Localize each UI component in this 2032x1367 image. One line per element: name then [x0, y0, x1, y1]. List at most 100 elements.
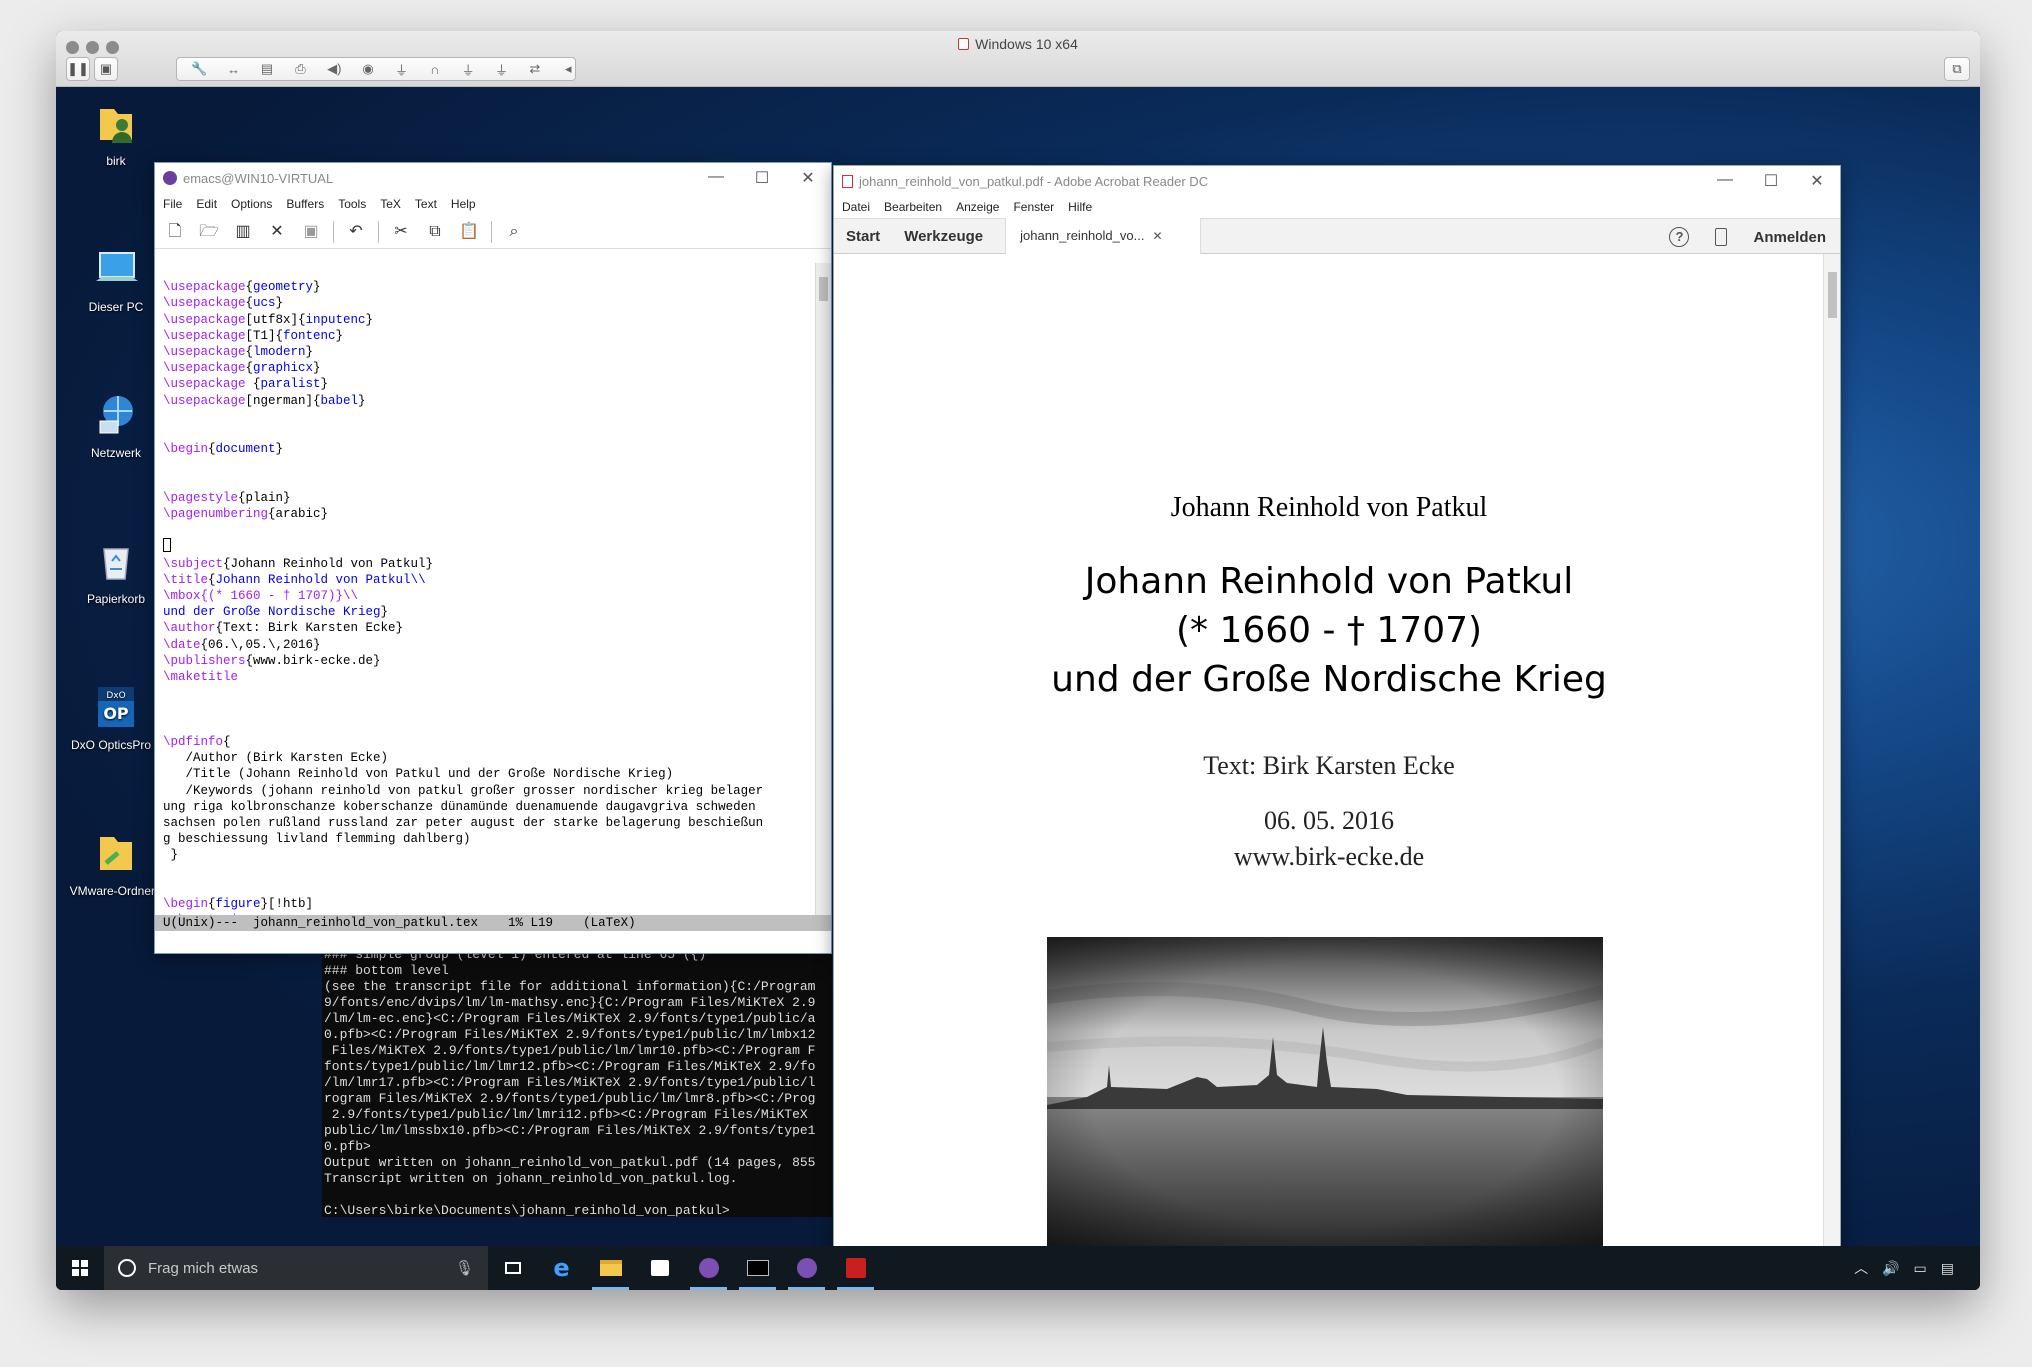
drive-icon[interactable]: ▤ [260, 61, 273, 77]
menu-fenster[interactable]: Fenster [1013, 200, 1054, 214]
acrobat-window-controls: — ☐ ✕ [1702, 171, 1840, 191]
undo-icon[interactable]: ↶ [344, 220, 368, 244]
tab-tools[interactable]: Werkzeuge [892, 228, 995, 245]
edge-icon[interactable]: e [537, 1246, 586, 1290]
maximize-icon[interactable]: ☐ [1748, 171, 1794, 191]
search-icon[interactable]: ⌕ [502, 220, 526, 244]
volume-icon[interactable]: 🔊 [1882, 1260, 1899, 1277]
close-icon[interactable]: ✕ [785, 168, 831, 188]
menu-options[interactable]: Options [231, 197, 272, 211]
cortana-search-box[interactable]: Frag mich etwas 🎙 [104, 1246, 488, 1290]
mobile-link-icon[interactable] [1715, 228, 1728, 246]
sharing-icon[interactable]: ⇄ [528, 61, 541, 77]
menu-help[interactable]: Help [451, 197, 476, 211]
help-icon[interactable]: ? [1669, 227, 1690, 247]
close-icon[interactable]: ✕ [1794, 171, 1840, 191]
pause-button[interactable]: ❚❚ [66, 57, 90, 81]
cortana-ring-icon [118, 1259, 136, 1277]
emacs-icon[interactable] [684, 1246, 733, 1290]
collapse-icon[interactable]: ◂ [562, 61, 575, 77]
desktop-icon-this-pc[interactable]: Dieser PC [66, 245, 166, 314]
tab-start[interactable]: Start [834, 228, 892, 245]
code-line: \publishers{www.birk-ecke.de} [163, 653, 381, 668]
desktop-icon-user-folder[interactable]: birk [66, 99, 166, 168]
windows-logo-icon [72, 1260, 88, 1276]
emacs-titlebar[interactable]: emacs@WIN10-VIRTUAL — ☐ ✕ [155, 163, 831, 193]
scrollbar-thumb[interactable] [1828, 272, 1837, 318]
desktop-icon-vmware-folder[interactable]: VMware-Ordnerfr [66, 829, 166, 898]
scrollbar-thumb[interactable] [819, 277, 828, 301]
store-icon[interactable] [635, 1246, 684, 1290]
cmd-console-output[interactable]: ### simple group (level 1) entered at li… [322, 947, 832, 1217]
fullscreen-button[interactable]: ⧉ [1944, 57, 1970, 81]
emacs-scrollbar[interactable] [815, 263, 831, 918]
sound-icon[interactable]: ◀) [327, 61, 341, 77]
wrench-icon[interactable]: 🔧 [191, 61, 207, 77]
code-line: \date{06.\,05.\,2016} [163, 637, 321, 652]
pdf-page[interactable]: Johann Reinhold von Patkul Johann Reinho… [834, 254, 1824, 1258]
start-button[interactable] [56, 1246, 104, 1290]
explorer-icon[interactable] [586, 1246, 635, 1290]
menu-hilfe[interactable]: Hilfe [1068, 200, 1092, 214]
usb-icon[interactable]: ⏚ [395, 60, 408, 79]
desktop-icon-dxo[interactable]: DxO OP DxO OpticsPro 1 [66, 683, 166, 752]
new-file-icon[interactable]: 🗋 [163, 220, 187, 244]
menu-bearbeiten[interactable]: Bearbeiten [884, 200, 942, 214]
usb-icon[interactable]: ⏚ [461, 60, 475, 79]
pdf-title-line: (* 1660 - † 1707) [1175, 610, 1483, 651]
acrobat-icon[interactable] [831, 1246, 880, 1290]
tray-up-icon[interactable]: ︿ [1854, 1258, 1868, 1278]
copy-icon[interactable]: ⧉ [423, 220, 447, 244]
dired-icon[interactable]: ▥ [231, 220, 255, 244]
toolbar-separator [491, 220, 492, 243]
menu-tools[interactable]: Tools [338, 197, 366, 211]
code-line: sachsen polen rußland russland zar peter… [163, 815, 764, 830]
signin-button[interactable]: Anmelden [1753, 229, 1826, 246]
code-line: \pdfinfo{ [163, 734, 231, 749]
menu-datei[interactable]: Datei [842, 200, 870, 214]
emacs-text-buffer[interactable]: \usepackage{geometry} \usepackage{ucs} \us… [159, 263, 797, 918]
maximize-icon[interactable]: ☐ [739, 168, 785, 188]
menu-edit[interactable]: Edit [196, 197, 217, 211]
emacs-icon[interactable] [782, 1246, 831, 1290]
acrobat-titlebar[interactable]: johann_reinhold_von_patkul.pdf - Adobe A… [834, 166, 1840, 196]
cmd-icon[interactable] [733, 1246, 782, 1290]
pdf-url: www.birk-ecke.de [1233, 842, 1425, 871]
code-line: /Keywords (johann reinhold von patkul gr… [163, 783, 764, 798]
emacs-minibuffer[interactable] [155, 931, 831, 953]
menu-tex[interactable]: TeX [380, 197, 401, 211]
network-icon[interactable]: ↔ [227, 62, 240, 77]
svg-text:OP: OP [103, 704, 129, 723]
menu-buffers[interactable]: Buffers [286, 197, 324, 211]
save-icon[interactable]: ▣ [299, 220, 323, 244]
minimize-icon[interactable]: — [1702, 171, 1748, 191]
task-view-icon[interactable] [488, 1246, 537, 1290]
usb-icon[interactable]: ⏚ [495, 60, 508, 79]
microphone-icon[interactable]: 🎙 [455, 1259, 474, 1277]
tab-document[interactable]: johann_reinhold_vo... ✕ [1005, 218, 1202, 254]
open-folder-icon[interactable]: 🗁 [197, 220, 221, 244]
printer-icon[interactable]: ⎙ [294, 61, 307, 77]
cut-icon[interactable]: ✂ [389, 220, 413, 244]
toolbar-separator [333, 220, 334, 243]
network-tray-icon[interactable]: ▭ [1914, 1260, 1927, 1277]
menu-anzeige[interactable]: Anzeige [956, 200, 999, 214]
paste-icon[interactable]: 📋 [457, 220, 481, 244]
snapshot-button[interactable]: ▣ [94, 57, 118, 81]
camera-icon[interactable]: ◉ [361, 61, 374, 77]
menu-file[interactable]: File [163, 197, 182, 211]
code-line: /Author (Birk Karsten Ecke) [163, 751, 389, 766]
minimize-icon[interactable]: — [693, 168, 739, 188]
desktop-icon-network[interactable]: Netzwerk [66, 391, 166, 460]
close-tab-icon[interactable]: ✕ [1152, 229, 1162, 243]
menu-text[interactable]: Text [415, 197, 437, 211]
headset-icon[interactable]: ∩ [428, 62, 441, 77]
code-line: ung riga kolbronschanze koberschanze dün… [163, 799, 764, 814]
close-buffer-icon[interactable]: ✕ [265, 220, 289, 244]
code-line: g beschiessung livland flemming dahlberg… [163, 832, 471, 847]
desktop-icon-recycle-bin[interactable]: Papierkorb [66, 537, 166, 606]
acrobat-scrollbar[interactable] [1823, 254, 1840, 1258]
pdf-date: 06. 05. 2016 [1264, 806, 1394, 835]
acrobat-window: johann_reinhold_von_patkul.pdf - Adobe A… [833, 165, 1841, 1259]
notification-icon[interactable]: ▤ [1941, 1260, 1954, 1277]
